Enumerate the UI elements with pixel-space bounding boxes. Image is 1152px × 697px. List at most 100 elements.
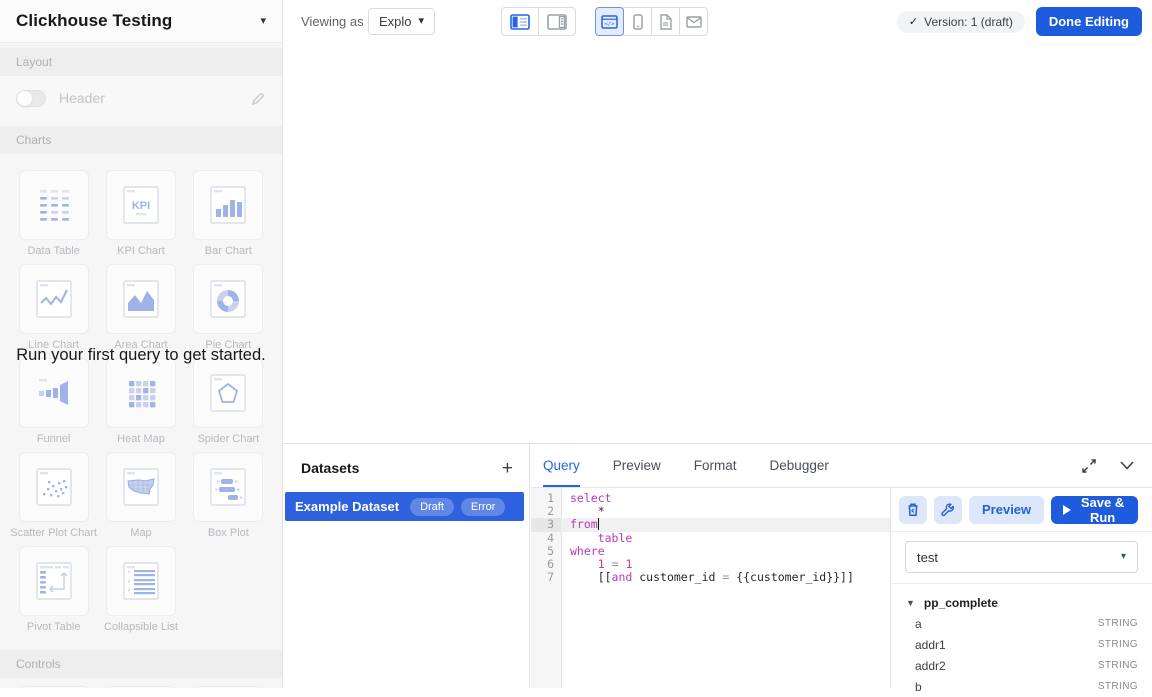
chart-type-grid: Data Table KPIKPI ChartBar Chart Line Char… xyxy=(0,154,282,644)
chart-type-card-collapsible-list[interactable]: Collapsible List xyxy=(97,546,184,634)
format-query-button[interactable] xyxy=(934,496,962,524)
section-controls-label: Controls xyxy=(16,657,61,671)
line-chart-icon xyxy=(30,275,78,323)
trash-restore-icon xyxy=(906,502,920,517)
save-and-run-button[interactable]: Save & Run xyxy=(1051,496,1138,524)
save-and-run-label: Save & Run xyxy=(1079,495,1126,525)
pdf-view-button[interactable] xyxy=(651,7,680,36)
version-label: Version: 1 (draft) xyxy=(924,15,1013,29)
chart-card-label: Map xyxy=(130,527,151,540)
add-dataset-button[interactable]: + xyxy=(502,459,513,478)
dashboard-title-menu[interactable]: Clickhouse Testing ▾ xyxy=(0,0,283,43)
dataset-row-selected[interactable]: Example Dataset DraftError xyxy=(285,492,524,521)
chart-type-card-line-chart[interactable]: Line Chart xyxy=(10,264,97,352)
funnel-icon xyxy=(30,369,78,417)
done-editing-button[interactable]: Done Editing xyxy=(1036,7,1142,36)
dashboard-canvas xyxy=(284,43,1152,443)
field-type: STRING xyxy=(1098,681,1138,692)
line-content: [[and customer_id = {{customer_id}}]] xyxy=(561,571,890,584)
chart-type-card-spider-chart[interactable]: Spider Chart xyxy=(185,358,272,446)
chart-card-label: Heat Map xyxy=(117,433,165,446)
spider-chart-icon xyxy=(204,369,252,417)
chart-card-label: Pivot Table xyxy=(27,621,81,634)
chart-card-box xyxy=(193,452,263,522)
page-title: Clickhouse Testing xyxy=(16,11,172,31)
chart-type-card-heat-map[interactable]: Heat Map xyxy=(97,358,184,446)
embed-view-button[interactable]: </> xyxy=(595,7,624,36)
datasets-title: Datasets xyxy=(301,460,359,476)
tab-preview[interactable]: Preview xyxy=(613,444,661,487)
chart-card-label: Line Chart xyxy=(28,339,79,352)
table-select-dropdown[interactable]: test ▾ xyxy=(905,541,1138,573)
kpi-icon: KPI xyxy=(117,181,165,229)
app-root: Clickhouse Testing ▾ Viewing as Explo ▾ xyxy=(0,0,1152,688)
sidebar-content-disabled: Layout Header Charts Data Table KPIKPI Ch… xyxy=(0,48,282,688)
chart-type-card-area-chart[interactable]: Area Chart xyxy=(97,264,184,352)
chart-card-label: Data Table xyxy=(27,245,79,258)
chart-type-card-box-plot[interactable]: Box Plot xyxy=(185,452,272,540)
schema-field-list: aSTRINGaddr1STRINGaddr2STRINGbSTRING xyxy=(905,613,1138,697)
tab-query[interactable]: Query xyxy=(543,444,580,487)
query-bottom-panel: Datasets + Example Dataset DraftError Qu… xyxy=(284,443,1152,688)
chevron-down-icon: ▾ xyxy=(260,16,266,27)
schema-field-row[interactable]: addr1STRING xyxy=(905,634,1138,655)
dataset-name: Example Dataset xyxy=(295,499,399,514)
header-toggle-label: Header xyxy=(59,90,251,106)
line-number: 6 xyxy=(531,558,561,571)
email-view-button[interactable] xyxy=(679,7,708,36)
view-mode-toggle-group: </> xyxy=(595,7,708,36)
chart-card-label: Scatter Plot Chart xyxy=(10,527,97,540)
dataset-badge-error: Error xyxy=(461,498,505,516)
chart-type-card-pie-chart[interactable]: Pie Chart xyxy=(185,264,272,352)
layout-right-panel-button[interactable] xyxy=(538,7,576,36)
chart-type-card-funnel[interactable]: Funnel xyxy=(10,358,97,446)
pencil-icon[interactable] xyxy=(251,91,266,106)
chart-card-box xyxy=(106,264,176,334)
topbar: Clickhouse Testing ▾ Viewing as Explo ▾ xyxy=(0,0,1152,43)
schema-field-row[interactable]: bSTRING xyxy=(905,676,1138,697)
line-number: 1 xyxy=(531,492,561,505)
chart-type-card-data-table[interactable]: Data Table xyxy=(10,170,97,258)
area-chart-icon xyxy=(117,275,165,323)
revert-query-button[interactable] xyxy=(899,496,927,524)
sql-code-editor[interactable]: 1select2 *3from4 table5where6 1 = 17 [[a… xyxy=(531,488,890,688)
line-content: * xyxy=(561,505,890,518)
line-number: 2 xyxy=(531,505,561,518)
version-badge[interactable]: ✓ Version: 1 (draft) xyxy=(897,11,1025,33)
topbar-right-cluster: ✓ Version: 1 (draft) Done Editing xyxy=(897,0,1142,43)
chart-type-card-bar-chart[interactable]: Bar Chart xyxy=(185,170,272,258)
controls-grid xyxy=(0,678,282,688)
viewing-as-dropdown[interactable]: Explo ▾ xyxy=(368,8,435,35)
mobile-view-button[interactable] xyxy=(623,7,652,36)
layout-left-panel-button[interactable] xyxy=(501,7,539,36)
expand-panel-button[interactable] xyxy=(1080,457,1098,475)
chart-type-card-scatter-plot-chart[interactable]: Scatter Plot Chart xyxy=(10,452,97,540)
bar-chart-icon xyxy=(204,181,252,229)
section-charts: Charts xyxy=(0,126,282,154)
chevron-down-icon: ▼ xyxy=(906,598,915,608)
email-envelope-icon xyxy=(686,16,702,28)
section-layout-label: Layout xyxy=(16,55,52,69)
code-line-7[interactable]: 7 [[and customer_id = {{customer_id}}]] xyxy=(531,571,890,584)
preview-query-button[interactable]: Preview xyxy=(969,496,1044,524)
code-lines: 1select2 *3from4 table5where6 1 = 17 [[a… xyxy=(531,488,890,584)
box-plot-icon xyxy=(204,463,252,511)
chart-type-card-pivot-table[interactable]: Pivot Table xyxy=(10,546,97,634)
viewing-as-value: Explo xyxy=(379,14,412,29)
collapse-panel-button[interactable] xyxy=(1118,459,1136,472)
query-toolbar: Preview Save & Run xyxy=(891,488,1152,532)
chart-type-card-map[interactable]: Map xyxy=(97,452,184,540)
chart-type-card-kpi-chart[interactable]: KPIKPI Chart xyxy=(97,170,184,258)
schema-field-row[interactable]: addr2STRING xyxy=(905,655,1138,676)
field-name: addr1 xyxy=(915,638,946,652)
chevron-down-icon xyxy=(1120,461,1134,470)
tab-format[interactable]: Format xyxy=(694,444,737,487)
schema-table-header[interactable]: ▼ pp_complete xyxy=(905,596,1138,610)
tab-debugger[interactable]: Debugger xyxy=(770,444,829,487)
element-sidebar: Layout Header Charts Data Table KPIKPI Ch… xyxy=(0,43,283,688)
section-controls: Controls xyxy=(0,650,282,678)
schema-field-row[interactable]: aSTRING xyxy=(905,613,1138,634)
field-name: addr2 xyxy=(915,659,946,673)
chart-card-box xyxy=(193,170,263,240)
header-toggle[interactable] xyxy=(16,90,46,107)
